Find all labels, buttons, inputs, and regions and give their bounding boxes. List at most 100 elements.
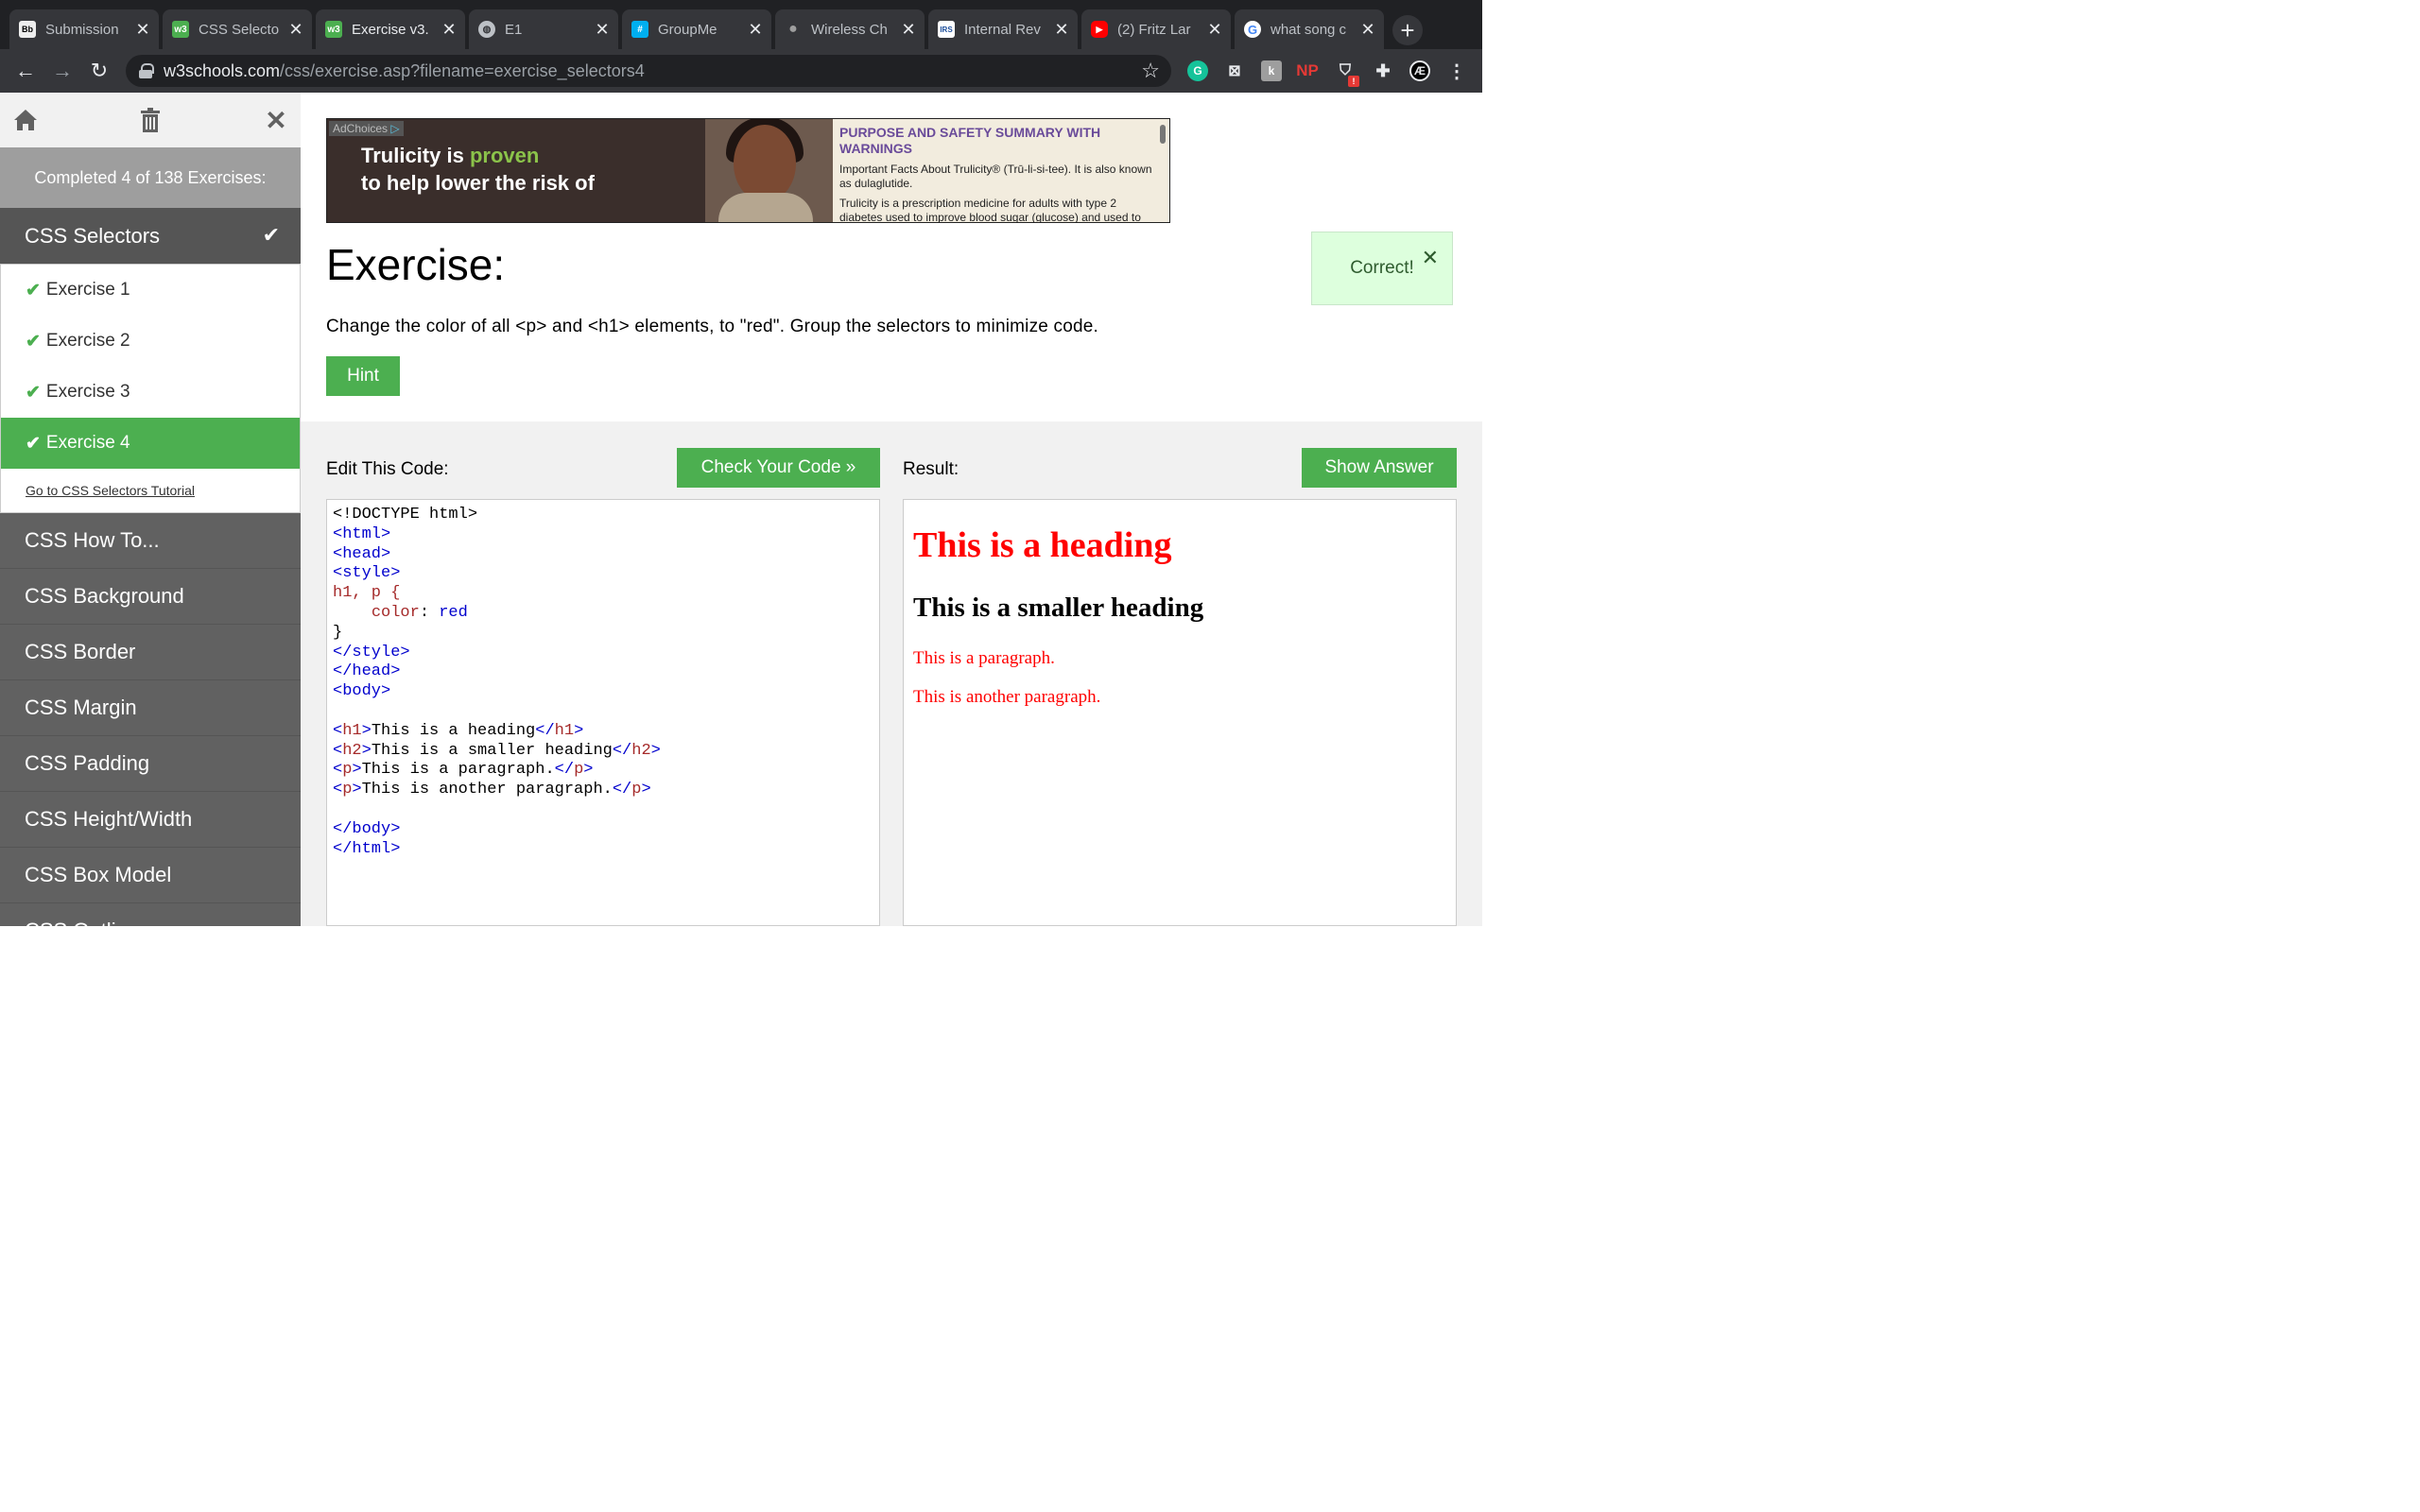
advertisement-banner[interactable]: AdChoices ▷ Trulicity is proven to help … [326,118,1170,223]
code-editor[interactable]: <!DOCTYPE html> <html> <head> <style> h1… [326,499,880,926]
ad-headline: Trulicity is proven to help lower the ri… [361,144,595,195]
trash-icon[interactable] [136,106,164,134]
close-tab-icon[interactable]: ✕ [287,20,304,40]
code-text: This is a paragraph. [361,761,555,780]
result-paragraph: This is another paragraph. [913,687,1101,707]
close-tab-icon[interactable]: ✕ [594,20,611,40]
result-frame: This is a heading This is a smaller head… [903,499,1457,926]
address-bar[interactable]: w3schools.com/css/exercise.asp?filename=… [126,55,1171,87]
tab-title: Submission [45,21,119,38]
home-icon[interactable] [11,106,40,134]
back-icon[interactable]: ← [13,59,38,83]
check-code-button[interactable]: Check Your Code » [677,448,880,488]
apple-icon: ● [785,21,802,38]
code-value: red [439,603,468,622]
np-icon[interactable]: NP [1296,60,1319,81]
exercise-instructions: Change the color of all <p> and <h1> ele… [326,317,1099,336]
tab-wireless[interactable]: ● Wireless Ch ✕ [775,9,925,49]
code-line: <body> [333,682,391,701]
close-tab-icon[interactable]: ✕ [900,20,917,40]
exercise-list: ✔ Exercise 1 ✔ Exercise 2 ✔ Exercise 3 ✔ Exe… [0,264,301,513]
exercise-sidebar: ✕ Completed 4 of 138 Exercises: CSS Sele… [0,93,301,926]
browser-tab-bar: Bb Submission ✕ w3 CSS Selecto ✕ w3 Exer… [0,0,1482,49]
tab-title: Wireless Ch [811,21,888,38]
groupme-icon: # [631,21,648,38]
bookmark-star-icon[interactable]: ☆ [1141,59,1160,83]
completed-count: Completed 4 of 138 Exercises: [0,147,301,208]
tab-exercise[interactable]: w3 Exercise v3. ✕ [316,9,465,49]
show-answer-button[interactable]: Show Answer [1302,448,1457,488]
new-tab-button[interactable]: + [1392,15,1423,45]
exercise-item-1[interactable]: ✔ Exercise 1 [1,265,300,316]
tab-youtube[interactable]: ▶ (2) Fritz Lar ✕ [1081,9,1231,49]
close-tab-icon[interactable]: ✕ [134,20,151,40]
category-css-how-to[interactable]: CSS How To... [0,513,301,569]
exercise-label: Exercise 2 [45,331,130,351]
page-title: Exercise: [326,240,506,289]
adchoices-label[interactable]: AdChoices ▷ [329,121,404,136]
grammarly-icon[interactable]: G [1187,60,1208,81]
ad-copy-text: Important Facts About Trulicity® (Trū-li… [839,163,1152,190]
close-tab-icon[interactable]: ✕ [1359,20,1376,40]
category-css-padding[interactable]: CSS Padding [0,736,301,792]
tab-title: GroupMe [658,21,717,38]
url-host: w3schools.com [164,60,281,80]
tab-title: (2) Fritz Lar [1117,21,1191,38]
close-tab-icon[interactable]: ✕ [441,20,458,40]
code-line: </style> [333,643,410,662]
google-icon: G [1244,21,1261,38]
close-tab-icon[interactable]: ✕ [1206,20,1223,40]
category-css-background[interactable]: CSS Background [0,569,301,625]
category-css-border[interactable]: CSS Border [0,625,301,680]
category-css-selectors[interactable]: CSS Selectors ✔ [0,208,301,264]
exercise-item-2[interactable]: ✔ Exercise 2 [1,316,300,367]
ext-alert-icon[interactable]: ⛉! [1335,60,1359,87]
category-css-margin[interactable]: CSS Margin [0,680,301,736]
tab-css-selectors[interactable]: w3 CSS Selecto ✕ [163,9,312,49]
code-text: This is another paragraph. [361,781,613,799]
tab-internal-revenue[interactable]: IRS Internal Rev ✕ [928,9,1078,49]
close-tab-icon[interactable]: ✕ [1053,20,1070,40]
tab-submission[interactable]: Bb Submission ✕ [9,9,159,49]
code-text: This is a smaller heading [371,741,613,760]
tab-google[interactable]: G what song c ✕ [1235,9,1384,49]
result-paragraph: This is a paragraph. [913,648,1055,668]
tutorial-link[interactable]: Go to CSS Selectors Tutorial [1,469,300,512]
ext-m-icon[interactable]: ⊠ [1224,60,1245,81]
forward-icon[interactable]: → [50,59,75,83]
category-css-height-width[interactable]: CSS Height/Width [0,792,301,848]
menu-icon[interactable]: ⋮ [1446,60,1467,82]
tab-e1[interactable]: ◍ E1 ✕ [469,9,618,49]
close-tab-icon[interactable]: ✕ [747,20,764,40]
checkmark-icon: ✔ [26,280,41,301]
exercise-item-4[interactable]: ✔ Exercise 4 [1,418,300,469]
sidebar-toolbar: ✕ [0,93,301,147]
close-icon[interactable]: ✕ [262,106,290,135]
result-label: Result: [903,459,959,479]
profile-icon[interactable]: Æ [1409,60,1430,81]
close-icon[interactable]: ✕ [1422,246,1439,270]
exercise-label: Exercise 3 [45,382,130,402]
ext-k-icon[interactable]: k [1261,60,1282,81]
puzzle-icon[interactable]: ✚ [1373,60,1393,81]
code-line: <head> [333,544,391,563]
lock-icon [139,63,154,78]
tab-groupme[interactable]: # GroupMe ✕ [622,9,771,49]
hint-button[interactable]: Hint [326,356,400,396]
ad-scrollbar[interactable] [1160,125,1166,144]
ad-copy-text: Trulicity is a prescription medicine for… [839,197,1141,222]
code-line: } [333,623,343,642]
code-property: color [371,603,420,622]
correct-notification: Correct! ✕ [1311,232,1453,305]
category-css-box-model[interactable]: CSS Box Model [0,848,301,903]
exercise-label: Exercise 1 [45,280,130,300]
result-subheading: This is a smaller heading [913,593,1204,623]
reload-icon[interactable]: ↻ [87,59,112,83]
code-line: </head> [333,662,401,681]
exercise-item-3[interactable]: ✔ Exercise 3 [1,367,300,418]
category-label: CSS Selectors [25,223,161,248]
ad-photo [705,119,833,222]
category-css-outline[interactable]: CSS Outline [0,903,301,926]
checkmark-icon: ✔ [26,382,41,403]
code-text: This is a heading [371,721,536,740]
